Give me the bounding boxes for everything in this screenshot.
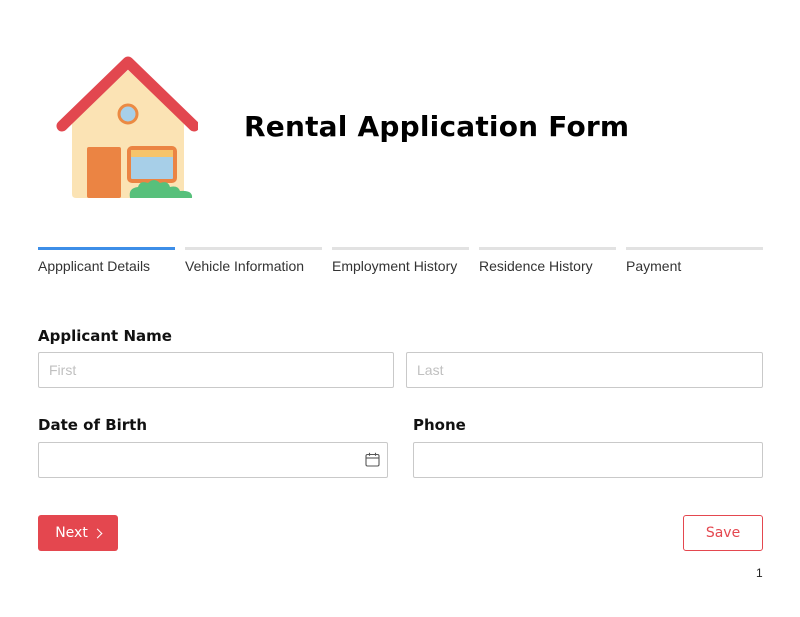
tab-payment[interactable]: Payment	[626, 247, 763, 277]
tab-label: Payment	[626, 258, 682, 274]
step-progress-bar	[185, 247, 322, 250]
tab-label: Vehicle Information	[185, 258, 305, 274]
applicant-name-label: Applicant Name	[38, 327, 172, 345]
phone-input[interactable]	[413, 442, 763, 478]
date-of-birth-label: Date of Birth	[38, 416, 148, 434]
step-progress-bar	[626, 247, 763, 250]
page-number: 1	[756, 566, 763, 580]
last-name-input[interactable]	[406, 352, 763, 388]
phone-label: Phone	[413, 416, 466, 434]
save-button[interactable]: Save	[683, 515, 763, 551]
calendar-icon[interactable]	[365, 452, 380, 467]
step-progress-bar	[332, 247, 469, 250]
first-name-input[interactable]	[38, 352, 394, 388]
date-of-birth-input[interactable]	[38, 442, 388, 478]
step-tabs: Appplicant Details Vehicle Information E…	[38, 247, 764, 277]
tab-employment-history[interactable]: Employment History	[332, 247, 469, 277]
tab-residence-history[interactable]: Residence History	[479, 247, 616, 277]
house-icon	[56, 56, 198, 198]
next-button-label: Next	[55, 525, 88, 541]
tab-label: Residence History	[479, 258, 593, 274]
form-title: Rental Application Form	[244, 110, 630, 143]
tab-label: Appplicant Details	[38, 258, 151, 274]
chevron-right-icon	[92, 528, 103, 539]
tab-label: Employment History	[332, 258, 458, 274]
tab-applicant-details[interactable]: Appplicant Details	[38, 247, 175, 277]
step-progress-bar	[38, 247, 175, 250]
step-progress-bar	[479, 247, 616, 250]
tab-vehicle-information[interactable]: Vehicle Information	[185, 247, 322, 277]
next-button[interactable]: Next	[38, 515, 118, 551]
